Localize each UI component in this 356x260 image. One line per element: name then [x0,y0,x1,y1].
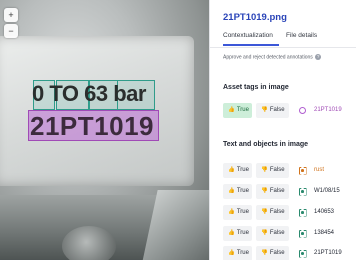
true-label: True [236,230,249,236]
thumbs-down-icon: 👎 [261,107,268,113]
image-viewer[interactable]: 0 TO 63 bar 21PT1019 + − [0,0,209,260]
detected-item-row: 👍 True 👎 False 138454 [223,226,356,241]
detected-item-value: W1/08/15 [314,188,340,194]
thumbs-down-icon: 👎 [261,230,268,236]
reject-false-button[interactable]: 👎 False [256,246,289,260]
tab-file-details[interactable]: File details [286,32,317,39]
detected-item-value: 21PT1019 [314,250,342,256]
text-icon [298,187,307,196]
false-label: False [269,107,285,113]
text-icon [298,229,307,238]
approve-true-button[interactable]: 👍 True [223,184,252,199]
detected-item-row: 👍 True 👎 False rust [223,163,356,178]
annotation-panel: 21PT1019.png Contextualization File deta… [209,0,356,260]
true-label: True [236,107,249,113]
object-icon [298,166,307,175]
thumbs-down-icon: 👎 [261,250,268,256]
tabs-divider [210,47,356,48]
thumbs-up-icon: 👍 [228,167,235,173]
false-label: False [269,209,285,215]
active-tab-indicator [223,44,279,46]
gauge-tag-text: 21PT1019 [30,111,154,141]
zoom-in-icon[interactable]: + [4,8,18,22]
detected-item-row: 👍 True 👎 False W1/08/15 [223,184,356,199]
detected-item-row: 👍 True 👎 False 140653 [223,205,356,220]
detected-item-value: 140653 [314,209,335,215]
approve-true-button[interactable]: 👍 True [223,205,252,220]
false-label: False [269,167,285,173]
reject-false-button[interactable]: 👎 False [256,205,289,220]
reject-false-button[interactable]: 👎 False [256,103,289,118]
thumbs-up-icon: 👍 [228,188,235,194]
detected-item-row: 👍 True 👎 False 21PT1019 [223,246,356,260]
approve-true-button[interactable]: 👍 True [223,246,252,260]
reject-false-button[interactable]: 👎 False [256,184,289,199]
thumbs-down-icon: 👎 [261,188,268,194]
thumbs-up-icon: 👍 [228,250,235,256]
thumbs-down-icon: 👎 [261,167,268,173]
text-objects-heading: Text and objects in image [223,141,309,148]
detected-item-value: 138454 [314,230,335,236]
reject-false-button[interactable]: 👎 False [256,163,289,178]
tab-contextualization[interactable]: Contextualization [223,32,273,39]
gauge-nut [62,226,116,260]
asset-tag-value: 21PT1019 [314,107,342,113]
help-icon[interactable]: ? [315,54,322,60]
thumbs-up-icon: 👍 [228,209,235,215]
true-label: True [236,209,249,215]
false-label: False [269,230,285,236]
asset-tags-heading: Asset tags in image [223,84,289,91]
true-label: True [236,167,249,173]
asset-tag-row: 👍 True 👎 False 21PT1019 [223,103,356,118]
approve-note-text: Approve and reject detected annotations [223,54,313,61]
zoom-out-icon[interactable]: − [4,24,18,38]
panel-tabs: Contextualization File details [223,32,356,46]
asset-ring-icon [298,106,307,115]
true-label: True [236,188,249,194]
approve-note: Approve and reject detected annotations … [223,54,322,61]
text-icon [298,249,307,258]
text-icon [298,208,307,217]
gauge-range-text: 0 TO 63 bar [32,81,146,106]
file-title: 21PT1019.png [223,12,287,23]
false-label: False [269,188,285,194]
true-label: True [236,250,249,256]
detected-item-value: rust [314,167,325,173]
thumbs-up-icon: 👍 [228,107,235,113]
false-label: False [269,250,285,256]
reject-false-button[interactable]: 👎 False [256,226,289,241]
approve-true-button[interactable]: 👍 True [223,163,252,178]
thumbs-up-icon: 👍 [228,230,235,236]
thumbs-down-icon: 👎 [261,209,268,215]
approve-true-button[interactable]: 👍 True [223,226,252,241]
approve-true-button[interactable]: 👍 True [223,103,252,118]
